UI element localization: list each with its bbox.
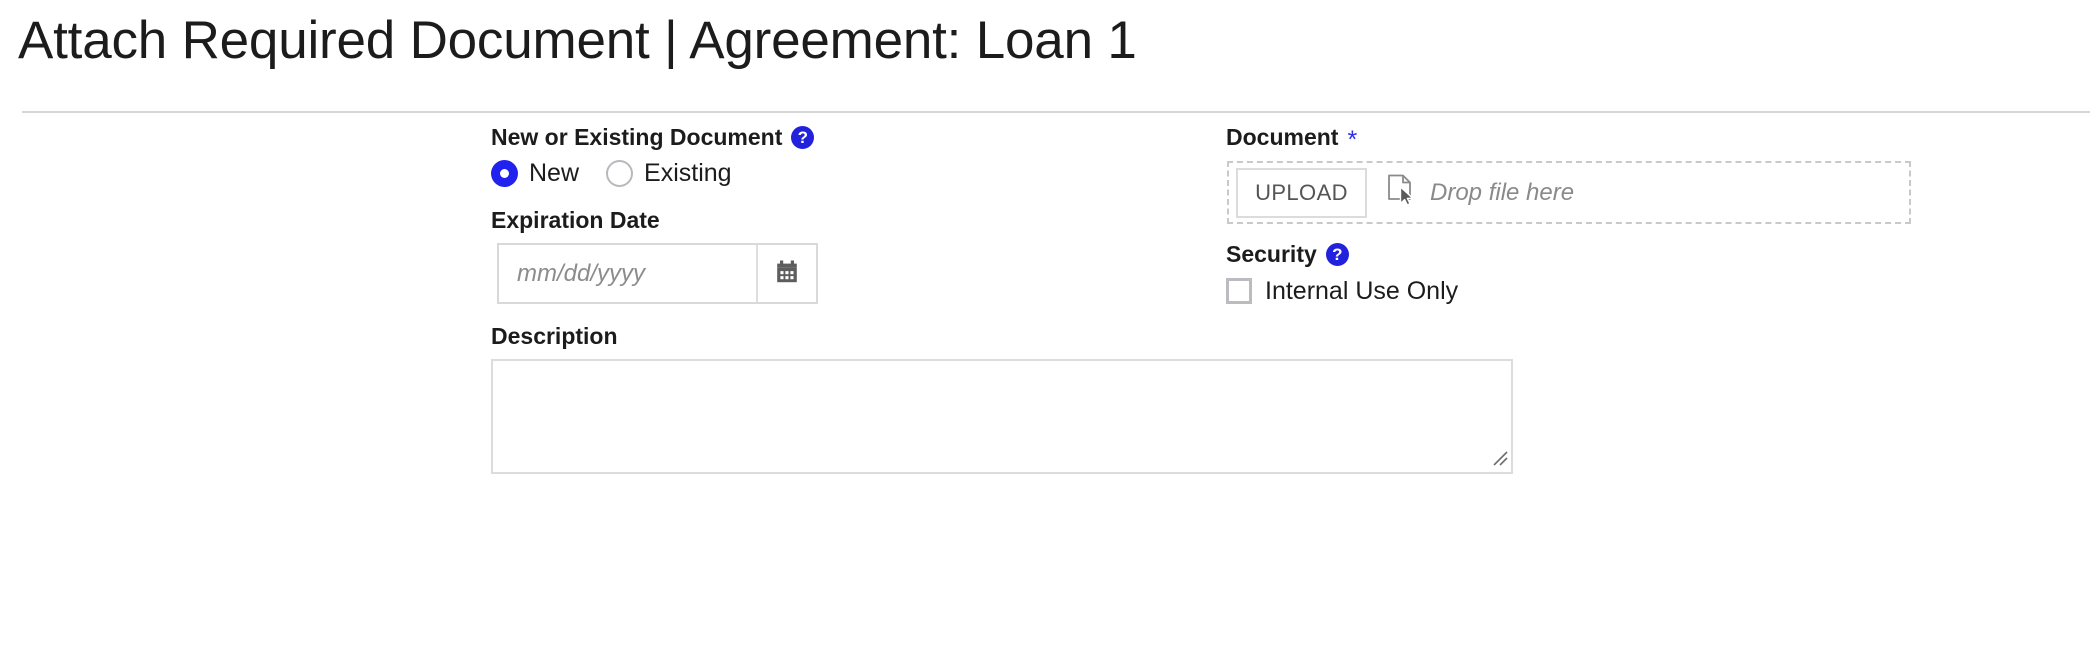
expiration-date-input[interactable] — [499, 245, 756, 302]
description-textarea[interactable] — [491, 359, 1513, 474]
help-circle-icon-security[interactable]: ? — [1325, 242, 1349, 266]
internal-use-only-checkbox-row[interactable]: Internal Use Only — [1226, 277, 1458, 305]
internal-use-only-checkbox[interactable] — [1226, 278, 1252, 304]
description-label: Description — [491, 321, 618, 351]
expiration-date-label-text: Expiration Date — [491, 207, 660, 233]
radio-label-existing: Existing — [644, 159, 732, 187]
upload-button[interactable]: UPLOAD — [1236, 167, 1367, 218]
attach-document-form: New or Existing Document ? New Existing … — [0, 112, 2090, 670]
required-asterisk: * — [1347, 126, 1358, 154]
new-or-existing-label-text: New or Existing Document — [491, 124, 783, 150]
calendar-icon — [774, 259, 800, 288]
document-dropzone[interactable]: UPLOAD Drop file here — [1227, 161, 1911, 224]
radio-label-new: New — [529, 159, 580, 187]
drop-hint: Drop file here — [1387, 174, 1574, 211]
page-title: Attach Required Document | Agreement: Lo… — [18, 11, 1137, 70]
page-header: Attach Required Document | Agreement: Lo… — [0, 0, 2090, 113]
new-or-existing-radio-group: New Existing — [491, 159, 732, 187]
description-label-text: Description — [491, 323, 618, 349]
security-label: Security ? — [1226, 239, 1349, 269]
expiration-date-field — [497, 243, 818, 304]
document-label: Document * — [1226, 122, 1358, 154]
radio-option-existing[interactable]: Existing — [606, 159, 732, 187]
help-circle-icon-new-or-existing[interactable]: ? — [791, 125, 815, 149]
radio-mark-new[interactable] — [491, 159, 518, 187]
expiration-date-label: Expiration Date — [491, 205, 660, 235]
file-cursor-icon — [1387, 174, 1417, 211]
radio-mark-existing[interactable] — [606, 159, 634, 187]
new-or-existing-label: New or Existing Document ? — [491, 122, 815, 152]
drop-file-text: Drop file here — [1430, 178, 1575, 206]
radio-option-new[interactable]: New — [491, 159, 579, 187]
internal-use-only-label: Internal Use Only — [1265, 277, 1459, 305]
document-label-text: Document — [1226, 124, 1339, 150]
security-label-text: Security — [1226, 241, 1317, 267]
calendar-picker-button[interactable] — [756, 245, 816, 302]
